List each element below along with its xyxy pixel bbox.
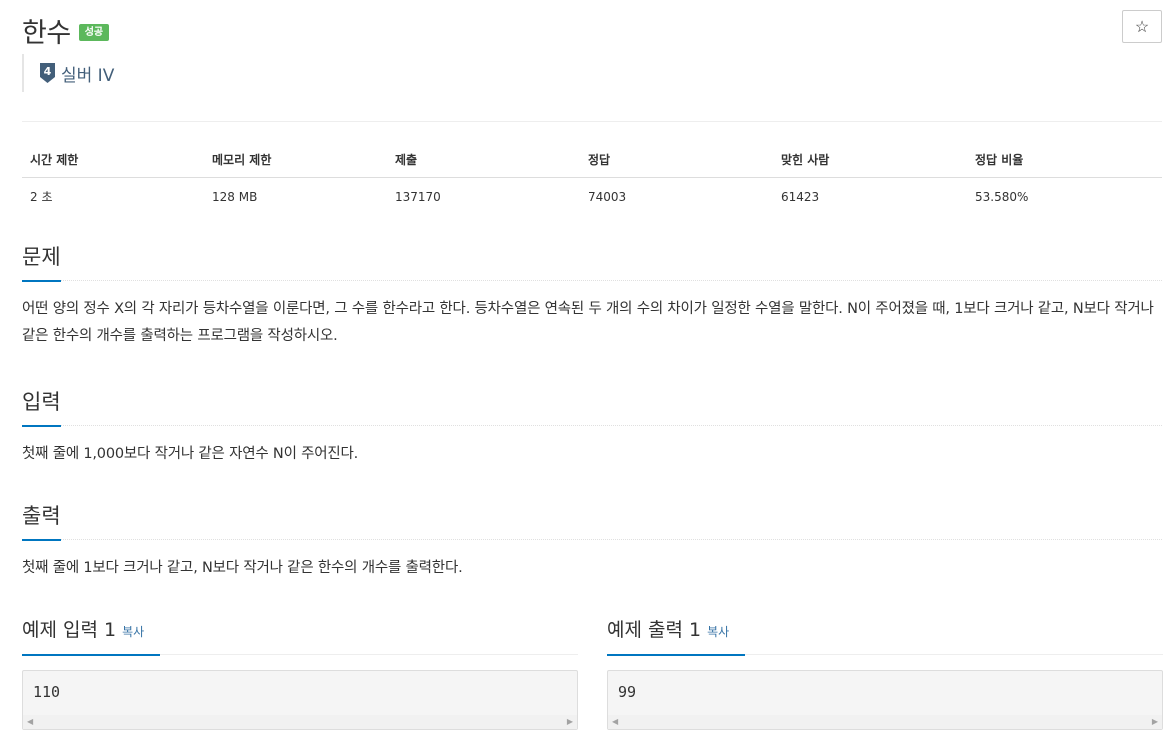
description-heading-bar: 문제 <box>22 241 1162 282</box>
sample-input-heading-bar: 예제 입력 1 복사 <box>22 611 578 656</box>
sample-output-heading: 예제 출력 1 복사 <box>607 612 746 656</box>
stats-header-ratio: 정답 비율 <box>967 141 1162 178</box>
scroll-right-arrow-icon[interactable]: ▶ <box>1152 718 1158 726</box>
stats-header-row: 시간 제한 메모리 제한 제출 정답 맞힌 사람 정답 비율 <box>22 141 1162 178</box>
page-title: 한수 <box>22 17 71 49</box>
header-divider <box>22 121 1162 122</box>
tier-row: 4 실버 IV <box>22 54 114 92</box>
stats-table: 시간 제한 메모리 제한 제출 정답 맞힌 사람 정답 비율 2 초 128 M… <box>22 141 1162 215</box>
tier-level: 4 <box>44 65 52 78</box>
stats-header-time-limit: 시간 제한 <box>22 141 204 178</box>
stats-accepted: 74003 <box>588 189 627 204</box>
sample-output-title: 예제 출력 1 <box>607 619 702 641</box>
output-heading: 출력 <box>22 501 61 541</box>
input-heading-bar: 입력 <box>22 386 1162 427</box>
description-text: 어떤 양의 정수 X의 각 자리가 등차수열을 이룬다면, 그 수를 한수라고 … <box>22 301 1154 344</box>
stats-submissions[interactable]: 137170 <box>387 178 580 216</box>
sample-input-box[interactable]: 110 ◀ ▶ <box>22 670 578 730</box>
stats-header-accepted: 정답 <box>580 141 773 178</box>
input-section: 입력 첫째 줄에 1,000보다 작거나 같은 자연수 N이 주어진다. <box>22 386 1162 468</box>
input-heading: 입력 <box>22 387 61 427</box>
scroll-left-arrow-icon[interactable]: ◀ <box>612 718 618 726</box>
star-button[interactable]: ☆ <box>1122 10 1162 43</box>
sample-output-heading-bar: 예제 출력 1 복사 <box>607 611 1163 656</box>
sample-input-section: 예제 입력 1 복사 110 ◀ ▶ <box>22 611 578 730</box>
sample-output-copy-link[interactable]: 복사 <box>707 625 729 639</box>
stats-header-submissions: 제출 <box>387 141 580 178</box>
tier-shield-icon: 4 <box>39 62 56 84</box>
sample-output-scrollbar[interactable]: ◀ ▶ <box>608 715 1162 729</box>
sample-output-section: 예제 출력 1 복사 99 ◀ ▶ <box>607 611 1163 730</box>
output-section: 출력 첫째 줄에 1보다 크거나 같고, N보다 작거나 같은 한수의 개수를 … <box>22 500 1162 582</box>
sample-output-box[interactable]: 99 ◀ ▶ <box>607 670 1163 730</box>
stats-header-solvers: 맞힌 사람 <box>773 141 967 178</box>
input-text: 첫째 줄에 1,000보다 작거나 같은 자연수 N이 주어진다. <box>22 446 359 462</box>
sample-input-copy-link[interactable]: 복사 <box>122 625 144 639</box>
sample-input-heading: 예제 입력 1 복사 <box>22 612 161 656</box>
sample-input-value: 110 <box>33 683 61 701</box>
description-heading: 문제 <box>22 242 61 282</box>
problem-page: 한수 성공 ☆ 4 실버 IV 시간 제한 메모리 제한 제출 정답 맞힌 사람… <box>0 0 1170 746</box>
status-badge: 성공 <box>78 23 110 41</box>
tier-link[interactable]: 실버 IV <box>61 61 114 86</box>
output-text: 첫째 줄에 1보다 크거나 같고, N보다 작거나 같은 한수의 개수를 출력한… <box>22 560 463 576</box>
output-heading-bar: 출력 <box>22 500 1162 541</box>
sample-input-scrollbar[interactable]: ◀ ▶ <box>23 715 577 729</box>
stats-ratio: 53.580% <box>975 189 1029 204</box>
sample-input-title: 예제 입력 1 <box>22 619 117 641</box>
sample-output-value: 99 <box>618 683 637 701</box>
scroll-right-arrow-icon[interactable]: ▶ <box>567 718 573 726</box>
title-row: 한수 성공 <box>22 10 110 50</box>
stats-time-limit: 2 초 <box>30 190 53 204</box>
stats-solvers[interactable]: 61423 <box>773 178 967 216</box>
description-section: 문제 어떤 양의 정수 X의 각 자리가 등차수열을 이룬다면, 그 수를 한수… <box>22 241 1162 350</box>
scroll-left-arrow-icon[interactable]: ◀ <box>27 718 33 726</box>
star-icon: ☆ <box>1134 18 1150 36</box>
stats-value-row: 2 초 128 MB 137170 74003 61423 53.580% <box>22 178 1162 216</box>
stats-header-memory-limit: 메모리 제한 <box>204 141 387 178</box>
stats-memory-limit: 128 MB <box>212 189 258 204</box>
